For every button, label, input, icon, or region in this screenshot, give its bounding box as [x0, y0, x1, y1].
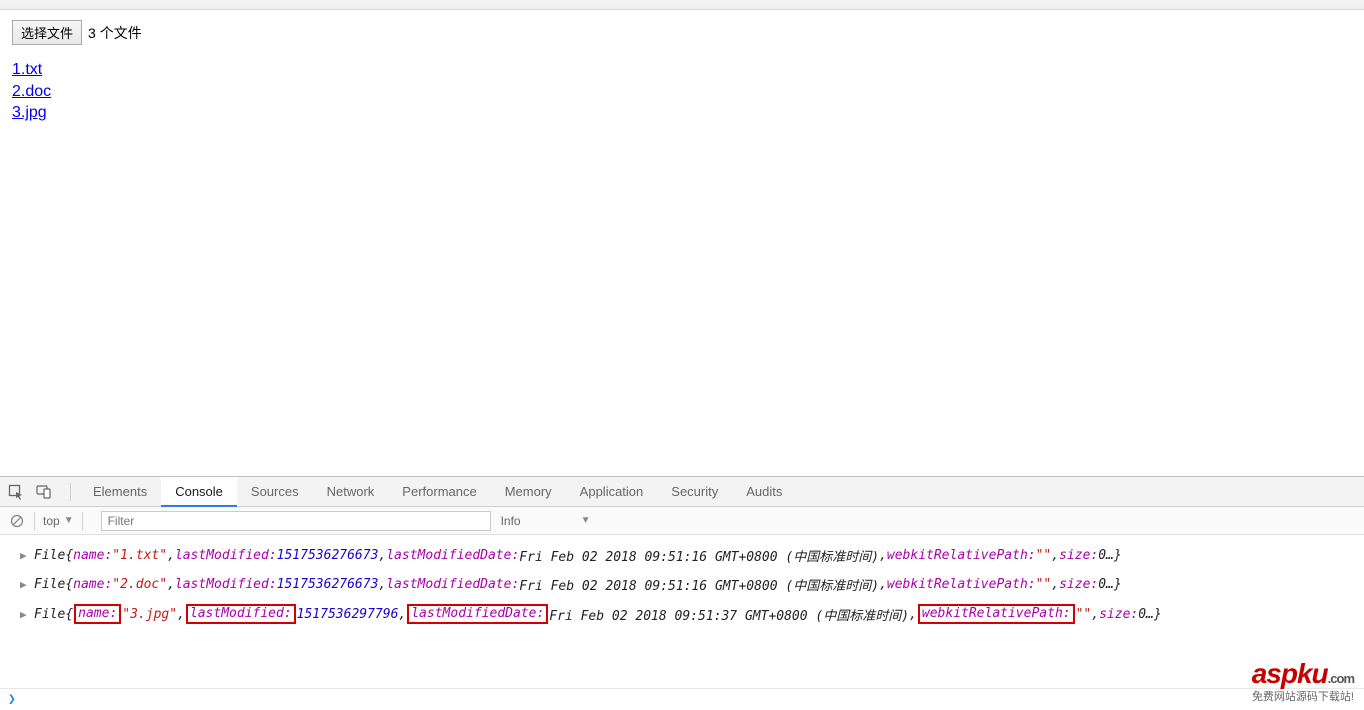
choose-file-button[interactable]: 选择文件: [12, 20, 82, 45]
execution-context-selector[interactable]: top ▼: [43, 514, 74, 528]
console-filter-input[interactable]: [101, 511, 491, 531]
expand-triangle-icon[interactable]: ▶: [20, 578, 30, 591]
page-content: 选择文件 3 个文件 1.txt2.doc3.jpg: [0, 10, 1364, 134]
log-level-selector[interactable]: Info ▼: [501, 514, 591, 528]
devtools-tab-audits[interactable]: Audits: [732, 477, 796, 507]
file-link[interactable]: 3.jpg: [12, 102, 1352, 124]
console-log-line[interactable]: ▶File {name: "1.txt", lastModified: 1517…: [4, 541, 1360, 570]
file-picker-row: 选择文件 3 个文件: [12, 20, 1352, 45]
separator: [82, 512, 83, 530]
devtools-tabbar: ElementsConsoleSourcesNetworkPerformance…: [0, 477, 1364, 507]
devtools-tab-elements[interactable]: Elements: [79, 477, 161, 507]
expand-triangle-icon[interactable]: ▶: [20, 549, 30, 562]
console-filter-bar: top ▼ Info ▼: [0, 507, 1364, 535]
file-link[interactable]: 2.doc: [12, 81, 1352, 103]
devtools-left-icons: [8, 484, 62, 500]
file-links-list: 1.txt2.doc3.jpg: [12, 59, 1352, 124]
context-label: top: [43, 514, 60, 528]
level-label: Info: [501, 514, 521, 528]
devtools-panel: ElementsConsoleSourcesNetworkPerformance…: [0, 476, 1364, 710]
devtools-tab-memory[interactable]: Memory: [491, 477, 566, 507]
clear-console-icon[interactable]: [8, 512, 26, 530]
console-prompt[interactable]: ❯: [0, 688, 1364, 710]
devtools-tab-console[interactable]: Console: [161, 477, 237, 507]
devtools-tab-sources[interactable]: Sources: [237, 477, 313, 507]
file-count-text: 3 个文件: [88, 23, 142, 43]
console-log-line[interactable]: ▶File {name: "3.jpg", lastModified: 1517…: [4, 599, 1360, 629]
devtools-tab-security[interactable]: Security: [657, 477, 732, 507]
separator: [70, 483, 71, 501]
device-toggle-icon[interactable]: [36, 484, 52, 500]
separator: [34, 512, 35, 530]
file-link[interactable]: 1.txt: [12, 59, 1352, 81]
inspect-element-icon[interactable]: [8, 484, 24, 500]
devtools-tab-application[interactable]: Application: [566, 477, 658, 507]
console-output: ▶File {name: "1.txt", lastModified: 1517…: [0, 535, 1364, 688]
devtools-tab-network[interactable]: Network: [313, 477, 389, 507]
expand-triangle-icon[interactable]: ▶: [20, 608, 30, 621]
devtools-tab-performance[interactable]: Performance: [388, 477, 490, 507]
prompt-chevron-icon: ❯: [8, 692, 16, 707]
dropdown-triangle-icon: ▼: [64, 515, 74, 526]
dropdown-triangle-icon: ▼: [581, 515, 591, 526]
console-log-line[interactable]: ▶File {name: "2.doc", lastModified: 1517…: [4, 570, 1360, 599]
browser-toolbar-strip: [0, 0, 1364, 10]
